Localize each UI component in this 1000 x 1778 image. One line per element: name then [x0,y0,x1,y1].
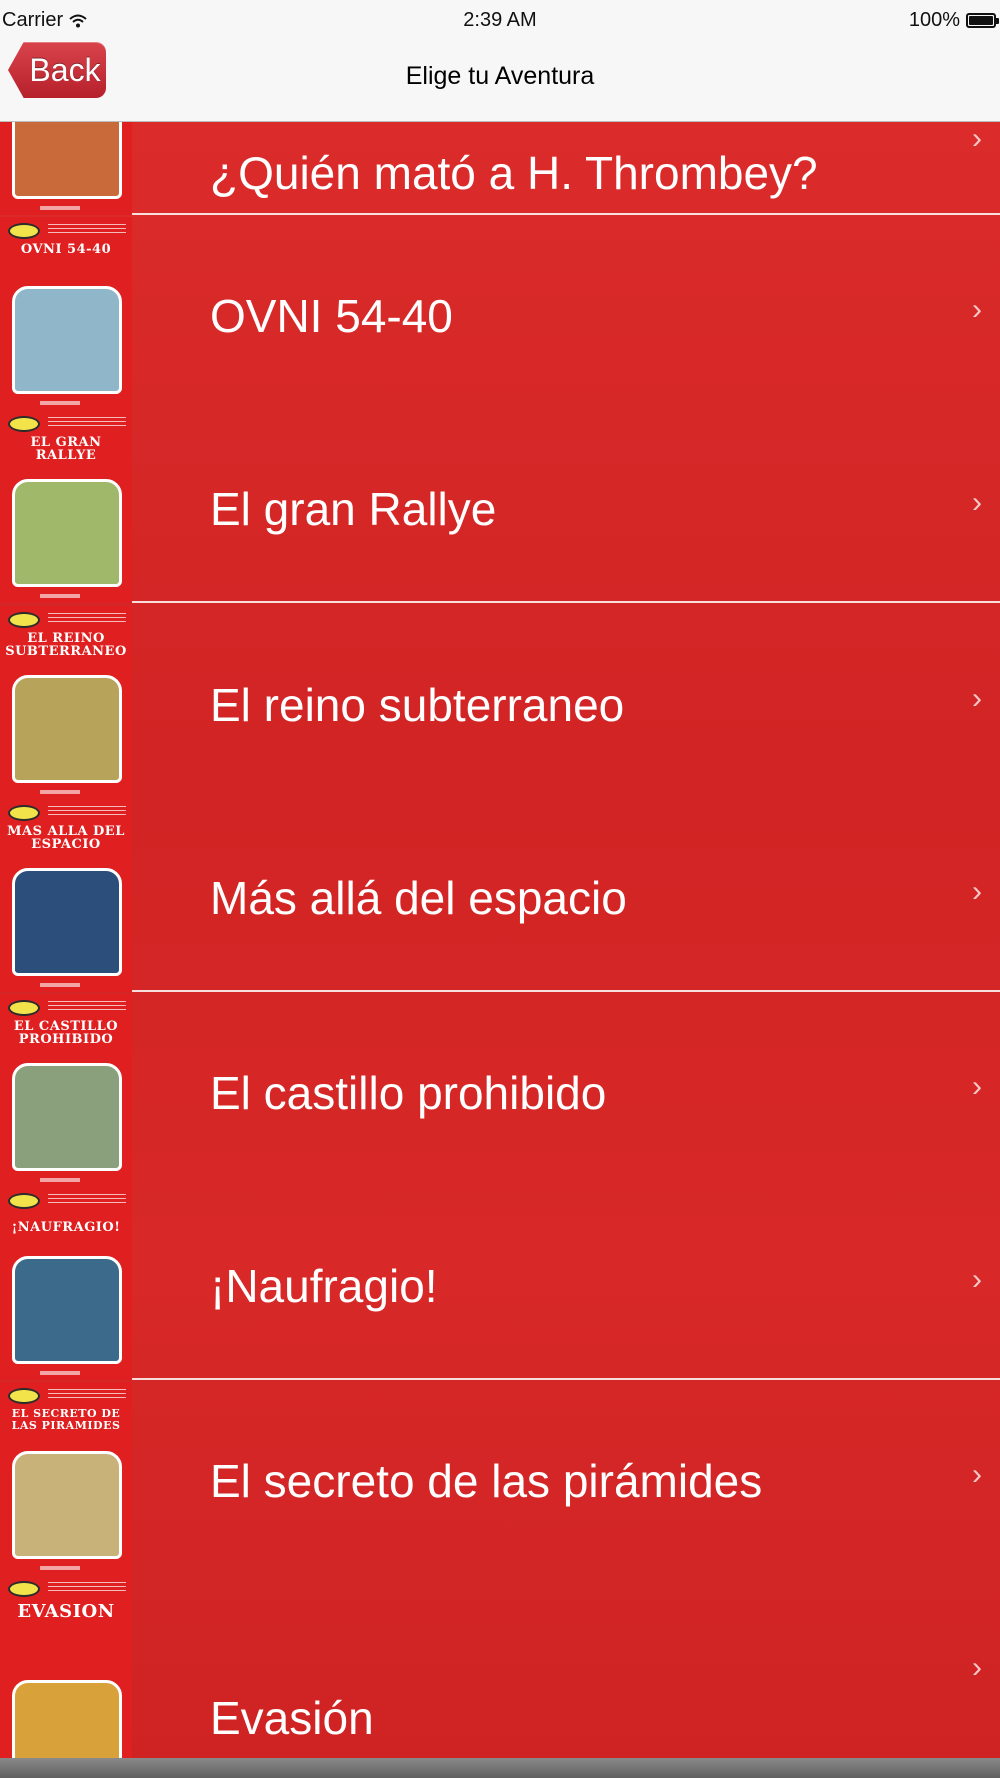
cover-fine-print [48,613,126,625]
cover-fine-print [48,1001,126,1013]
book-cover: EL GRAN RALLYE [0,410,132,603]
cover-fine-print [48,1582,126,1594]
cover-art [12,1256,122,1364]
cover-footer [40,1566,80,1570]
chevron-right-icon: › [972,1458,982,1491]
cover-art [12,1680,122,1758]
list-item[interactable]: EL GRAN RALLYE El gran Rallye › [0,410,1000,603]
list-item[interactable]: EL CASTILLO PROHIBIDO El castillo prohib… [0,994,1000,1187]
list-item[interactable]: OVNI 54-40 OVNI 54-40 › [0,217,1000,410]
chevron-right-icon: › [972,486,982,519]
book-cover: ¡NAUFRAGIO! [0,1187,132,1380]
book-title: El castillo prohibido [210,1067,607,1119]
book-cover: OVNI 54-40 [0,217,132,410]
book-title: ¿Quién mató a H. Thrombey? [210,147,818,199]
book-title: El reino subterraneo [210,679,625,731]
cover-art [12,479,122,587]
series-badge-icon [8,805,40,821]
chevron-right-icon: › [972,682,982,715]
battery-indicator: 100% [908,9,999,32]
book-cover [0,122,132,215]
navigation-bar: Back Elige tu Aventura [0,42,1000,122]
cover-footer [40,790,80,794]
cover-title: EL CASTILLO PROHIBIDO [13,1019,119,1047]
cover-title: OVNI 54-40 [20,242,112,257]
cover-fine-print [48,417,126,429]
cover-fine-print [48,806,126,818]
cover-art [12,286,122,394]
list-item[interactable]: EL SECRETO DE LAS PIRAMIDES El secreto d… [0,1382,1000,1575]
cover-footer [40,206,80,210]
cover-art [12,122,122,199]
series-badge-icon [8,416,40,432]
book-title: ¡Naufragio! [210,1260,438,1312]
chevron-right-icon: › [972,1070,982,1103]
cover-title: EVASION [17,1601,115,1622]
series-badge-icon [8,612,40,628]
book-title: El gran Rallye [210,483,497,535]
cover-title: EL GRAN RALLYE [30,435,102,463]
status-bar: Carrier 2:39 AM 100% [0,0,1000,42]
book-cover: EL REINO SUBTERRANEO [0,606,132,799]
cover-art [12,1063,122,1171]
series-badge-icon [8,1388,40,1404]
cover-art [12,1451,122,1559]
cover-fine-print [48,1194,126,1206]
chevron-right-icon: › [972,875,982,908]
book-title: Más allá del espacio [210,872,627,924]
cover-footer [40,401,80,405]
cover-footer [40,983,80,987]
toolbar-edge [0,1758,1000,1778]
book-title: Evasión [210,1692,374,1744]
cover-title: ¡NAUFRAGIO! [11,1220,121,1235]
series-badge-icon [8,1000,40,1016]
list-item[interactable]: ¡NAUFRAGIO! ¡Naufragio! › [0,1187,1000,1380]
series-badge-icon [8,223,40,239]
list-item[interactable]: MAS ALLA DEL ESPACIO Más allá del espaci… [0,799,1000,992]
cover-title: EL REINO SUBTERRANEO [5,631,127,659]
cover-footer [40,1178,80,1182]
clock: 2:39 AM [463,9,537,31]
cover-footer [40,594,80,598]
book-title: El secreto de las pirámides [210,1455,763,1507]
series-badge-icon [8,1581,40,1597]
cover-fine-print [48,224,126,236]
cover-footer [40,1371,80,1375]
battery-percent: 100% [908,9,960,31]
book-cover: EL CASTILLO PROHIBIDO [0,994,132,1187]
cover-fine-print [48,1389,126,1401]
book-title: OVNI 54-40 [210,290,453,342]
list-item[interactable]: ¿Quién mató a H. Thrombey? › [0,122,1000,215]
chevron-right-icon: › [972,1651,982,1684]
cover-art [12,675,122,783]
list-item[interactable]: EL REINO SUBTERRANEO El reino subterrane… [0,606,1000,799]
book-cover: MAS ALLA DEL ESPACIO [0,799,132,992]
chevron-right-icon: › [972,293,982,326]
book-cover: EL SECRETO DE LAS PIRAMIDES [0,1382,132,1575]
book-cover: EVASION [0,1575,132,1758]
series-badge-icon [8,1193,40,1209]
battery-icon [966,13,999,28]
page-title: Elige tu Aventura [405,62,595,90]
cover-title: MAS ALLA DEL ESPACIO [7,824,125,852]
list-item[interactable]: EVASION Evasión › [0,1575,1000,1758]
cover-title: EL SECRETO DE LAS PIRAMIDES [11,1407,121,1432]
cover-art [12,868,122,976]
book-list[interactable]: ¿Quién mató a H. Thrombey? › OVNI 54-40 … [0,122,1000,1758]
chevron-right-icon: › [972,122,982,155]
chevron-right-icon: › [972,1263,982,1296]
